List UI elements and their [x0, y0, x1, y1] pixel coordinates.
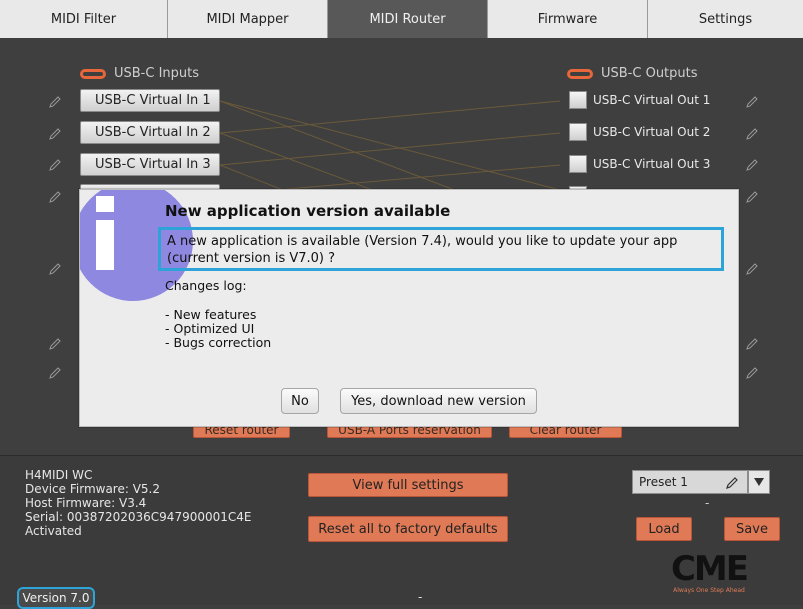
- preset-dropdown-button[interactable]: [748, 470, 770, 494]
- svg-text:CME: CME: [671, 550, 747, 589]
- pencil-icon[interactable]: [745, 190, 759, 204]
- pencil-icon[interactable]: [48, 366, 62, 380]
- usb-c-icon: [567, 68, 593, 79]
- pencil-icon[interactable]: [745, 127, 759, 141]
- outputs-label: USB-C Outputs: [601, 66, 698, 81]
- pencil-icon[interactable]: [745, 95, 759, 109]
- output-checkbox-2[interactable]: [569, 123, 587, 141]
- serial-number: Serial: 00387202036C947900001C4E: [25, 510, 252, 524]
- load-button[interactable]: Load: [636, 517, 692, 541]
- output-label-2: USB-C Virtual Out 2: [593, 125, 711, 139]
- pencil-icon[interactable]: [48, 127, 62, 141]
- cme-logo-graphic: CME Always One Step Ahead: [671, 549, 749, 594]
- device-name: H4MIDI WC: [25, 468, 93, 482]
- change-item: - Bugs correction: [165, 335, 272, 350]
- inputs-section-label: USB-C Inputs: [80, 66, 199, 81]
- update-dialog: New application version available A new …: [79, 189, 739, 427]
- input-button-2[interactable]: USB-C Virtual In 2: [80, 121, 220, 144]
- output-label-1: USB-C Virtual Out 1: [593, 93, 711, 107]
- dialog-title: New application version available: [165, 202, 451, 220]
- input-button-1[interactable]: USB-C Virtual In 1: [80, 89, 220, 112]
- output-checkbox-1[interactable]: [569, 91, 587, 109]
- reset-factory-button[interactable]: Reset all to factory defaults: [308, 516, 508, 542]
- dialog-message: A new application is available (Version …: [158, 227, 724, 271]
- change-item: - New features: [165, 307, 257, 322]
- input-button-3[interactable]: USB-C Virtual In 3: [80, 153, 220, 176]
- activation-status: Activated: [25, 524, 82, 538]
- pencil-icon[interactable]: [745, 337, 759, 351]
- output-row-1[interactable]: USB-C Virtual Out 1: [569, 91, 710, 109]
- pencil-icon[interactable]: [745, 158, 759, 172]
- pencil-icon[interactable]: [725, 476, 739, 490]
- output-label-3: USB-C Virtual Out 3: [593, 157, 711, 171]
- save-button[interactable]: Save: [724, 517, 780, 541]
- chevron-down-icon: [754, 478, 764, 486]
- output-row-2[interactable]: USB-C Virtual Out 2: [569, 123, 710, 141]
- host-firmware: Host Firmware: V3.4: [25, 496, 147, 510]
- device-firmware: Device Firmware: V5.2: [25, 482, 160, 496]
- pencil-icon[interactable]: [48, 337, 62, 351]
- preset-dash: -: [705, 496, 710, 510]
- yes-download-button[interactable]: Yes, download new version: [340, 388, 537, 414]
- pencil-icon[interactable]: [48, 158, 62, 172]
- usb-c-icon: [80, 68, 106, 79]
- pencil-icon[interactable]: [745, 262, 759, 276]
- pencil-icon[interactable]: [48, 262, 62, 276]
- view-full-settings-button[interactable]: View full settings: [308, 473, 508, 497]
- app-version-label: Version 7.0: [17, 587, 95, 609]
- outputs-section-label: USB-C Outputs: [567, 66, 698, 81]
- pencil-icon[interactable]: [48, 95, 62, 109]
- output-row-3[interactable]: USB-C Virtual Out 3: [569, 155, 710, 173]
- changes-log-title: Changes log:: [165, 278, 247, 293]
- change-item: - Optimized UI: [165, 321, 255, 336]
- pencil-icon[interactable]: [745, 366, 759, 380]
- footer-dash: -: [418, 590, 423, 604]
- preset-value: Preset 1: [639, 475, 688, 489]
- no-button[interactable]: No: [281, 388, 319, 414]
- pencil-icon[interactable]: [48, 190, 62, 204]
- svg-text:Always One Step Ahead: Always One Step Ahead: [673, 587, 745, 594]
- cme-logo: CME Always One Step Ahead: [650, 549, 768, 595]
- inputs-label: USB-C Inputs: [114, 66, 200, 81]
- preset-select[interactable]: Preset 1: [632, 470, 748, 494]
- output-checkbox-3[interactable]: [569, 155, 587, 173]
